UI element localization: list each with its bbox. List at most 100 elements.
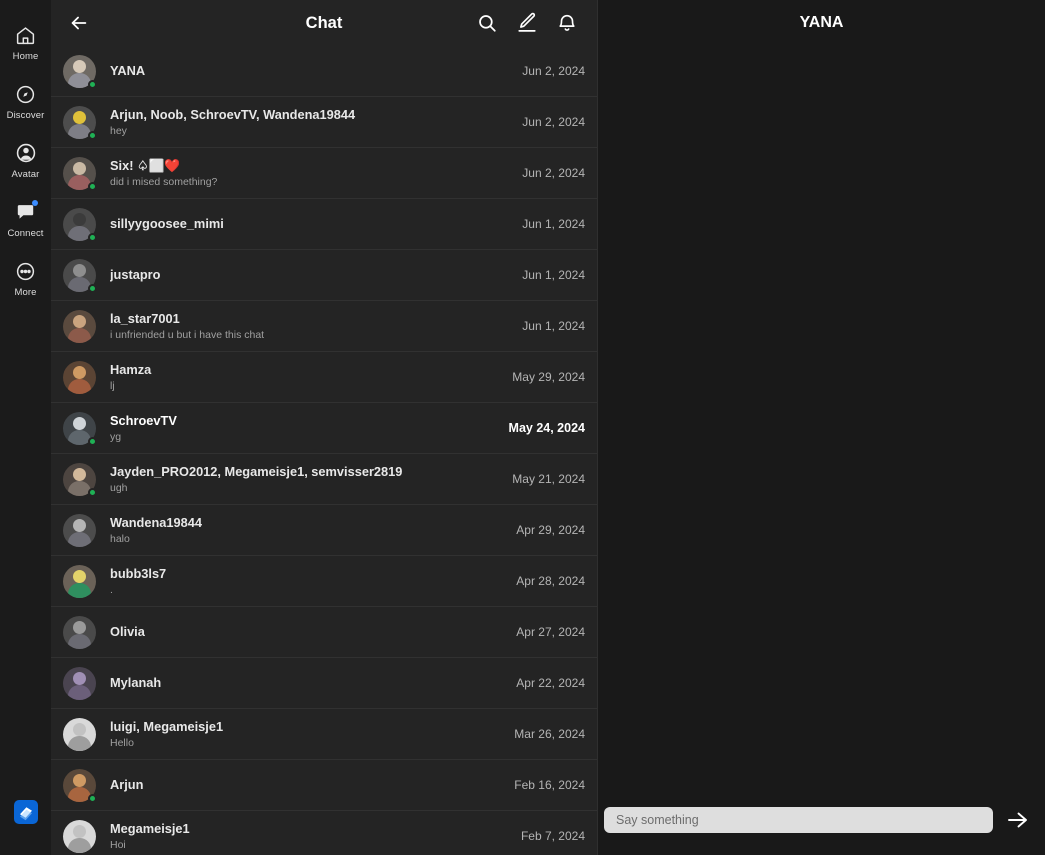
avatar [63, 411, 97, 446]
chat-row[interactable]: SchroevTV yg May 24, 2024 [51, 403, 597, 454]
sidebar-item-avatar[interactable]: Avatar [0, 140, 51, 180]
avatar [63, 54, 97, 89]
avatar [63, 717, 96, 751]
chat-row-text: justapro [110, 267, 510, 283]
presence-indicator [88, 793, 97, 803]
chat-row-name: Arjun, Noob, SchroevTV, Wandena19844 [110, 106, 356, 122]
roblox-logo-icon[interactable] [13, 799, 39, 825]
chat-row-date: Jun 2, 2024 [522, 64, 585, 78]
avatar [63, 207, 97, 242]
chat-row-text: Wandena19844 halo [110, 515, 504, 546]
chat-row-date: Jun 2, 2024 [522, 115, 585, 129]
chat-row-text: Megameisje1 Hoi [110, 821, 509, 852]
chat-row-preview: Hello [110, 736, 134, 749]
chat-row-text: Arjun [110, 777, 502, 793]
presence-indicator [88, 283, 97, 293]
chat-row-text: Arjun, Noob, SchroevTV, Wandena19844 hey [110, 107, 510, 138]
chat-row-name: Arjun [110, 777, 144, 792]
sidebar-label-discover: Discover [6, 110, 45, 121]
message-composer [598, 799, 1045, 855]
presence-indicator [88, 79, 97, 89]
chat-row[interactable]: Megameisje1 Hoi Feb 7, 2024 [51, 811, 597, 855]
chat-row[interactable]: YANA Jun 2, 2024 [51, 46, 597, 97]
send-arrow-icon[interactable] [1005, 807, 1031, 833]
chat-row[interactable]: Six! ♤⬜❤️ did i mised something? Jun 2, 20… [51, 148, 597, 199]
avatar-person-icon [13, 140, 39, 166]
chat-row-text: Mylanah [110, 675, 504, 691]
sidebar-label-connect: Connect [7, 228, 44, 239]
chat-row[interactable]: justapro Jun 1, 2024 [51, 250, 597, 301]
chat-row-date: Jun 1, 2024 [522, 268, 585, 282]
chat-row-text: YANA [110, 63, 510, 79]
chat-row[interactable]: bubb3ls7. Apr 28, 2024 [51, 556, 597, 607]
more-ellipsis-icon [13, 258, 39, 284]
chat-row[interactable]: Arjun, Noob, SchroevTV, Wandena19844 hey J… [51, 97, 597, 148]
chat-row-preview: lj [110, 379, 115, 392]
presence-indicator [88, 487, 97, 497]
presence-indicator [88, 181, 97, 191]
chat-row[interactable]: Hamza lj May 29, 2024 [51, 352, 597, 403]
chat-row-name: Six! ♤⬜❤️ [110, 157, 181, 173]
chat-row[interactable]: la_star7001 i unfriended u but i have thi… [51, 301, 597, 352]
notification-bell-icon[interactable] [555, 11, 579, 35]
chat-row[interactable]: Arjun Feb 16, 2024 [51, 760, 597, 811]
chat-row-preview: hey [110, 124, 127, 137]
conversation-header: YANA [598, 0, 1045, 46]
chat-bubble-icon [13, 199, 39, 225]
sidebar-item-home[interactable]: Home [0, 22, 51, 62]
avatar [63, 105, 97, 140]
chat-row-name: la_star7001 [110, 310, 180, 326]
message-input[interactable] [604, 807, 993, 833]
chat-row-preview: yg [110, 430, 122, 443]
chat-row-name: Mylanah [110, 675, 162, 690]
sidebar-item-more[interactable]: More [0, 258, 51, 298]
chat-row-text: Jayden_PRO2012, Megameisje1, semvisser28… [110, 464, 500, 495]
avatar [63, 156, 97, 191]
chat-row-text: la_star7001 i unfriended u but i have thi… [110, 311, 510, 342]
chat-row-name: luigi, Megameisje1 [110, 718, 224, 734]
chat-row-date: May 24, 2024 [508, 421, 585, 435]
chat-row[interactable]: Jayden_PRO2012, Megameisje1, semvisser28… [51, 454, 597, 505]
chat-row[interactable]: Wandena19844 halo Apr 29, 2024 [51, 505, 597, 556]
chat-row-text: sillyygoosee_mimi [110, 216, 510, 232]
chat-row[interactable]: Olivia Apr 27, 2024 [51, 607, 597, 658]
sidebar-label-home: Home [12, 51, 39, 62]
chat-row[interactable]: luigi, Megameisje1 Hello Mar 26, 2024 [51, 709, 597, 760]
compass-icon [13, 81, 39, 107]
avatar [63, 819, 96, 853]
chat-row-name: Olivia [110, 624, 145, 639]
chat-row-text: SchroevTV yg [110, 413, 497, 444]
presence-indicator [88, 436, 97, 446]
sidebar-item-discover[interactable]: Discover [0, 81, 51, 121]
avatar [63, 768, 97, 803]
chat-row-date: May 29, 2024 [512, 370, 585, 384]
sidebar-item-connect[interactable]: Connect [0, 199, 51, 239]
chat-row-name: Megameisje1 [110, 820, 190, 836]
compose-icon[interactable] [515, 11, 539, 35]
chat-row-date: Apr 27, 2024 [516, 625, 585, 639]
chat-row-date: Feb 16, 2024 [514, 778, 585, 792]
conversation-list[interactable]: YANA Jun 2, 2024 Arjun, Noob, SchroevTV, W… [51, 46, 597, 855]
chat-row-text: Hamza lj [110, 362, 500, 393]
back-arrow-icon[interactable] [65, 9, 93, 37]
chat-list-panel: Chat YANA Jun 2, 2024 Arjun, Noob, Schroev… [51, 0, 598, 855]
chat-row-date: Jun 1, 2024 [522, 217, 585, 231]
home-icon [13, 22, 39, 48]
presence-indicator [88, 232, 97, 242]
sidebar-label-more: More [14, 287, 37, 298]
presence-indicator [88, 130, 97, 140]
chat-row-name: bubb3ls7 [110, 565, 167, 581]
chat-row-name: sillyygoosee_mimi [110, 216, 224, 231]
conversation-panel: YANA [598, 0, 1045, 855]
chat-row-name: Hamza [110, 361, 152, 377]
search-icon[interactable] [475, 11, 499, 35]
chat-row-name: Wandena19844 [110, 514, 202, 530]
chat-row-date: Apr 22, 2024 [516, 676, 585, 690]
chat-row-preview: Hoi [110, 838, 126, 851]
chat-row[interactable]: sillyygoosee_mimi Jun 1, 2024 [51, 199, 597, 250]
chat-row-preview: halo [110, 532, 130, 545]
chat-row-date: Jun 2, 2024 [522, 166, 585, 180]
chat-row[interactable]: Mylanah Apr 22, 2024 [51, 658, 597, 709]
left-nav-rail: Home Discover Avatar Connect More [0, 0, 51, 855]
avatar [63, 666, 96, 700]
